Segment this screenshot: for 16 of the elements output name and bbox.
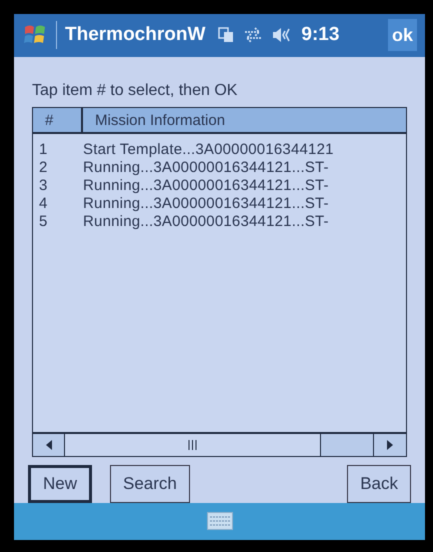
action-button[interactable]: New (28, 464, 92, 503)
ok-button[interactable]: ok (388, 19, 417, 52)
connection-arrows-icon[interactable] (243, 26, 264, 44)
copy-icon[interactable] (217, 26, 236, 44)
window-title: ThermochronW (65, 23, 206, 48)
column-header[interactable]: # (33, 108, 83, 132)
horizontal-scrollbar[interactable] (33, 432, 406, 456)
clock-time: 9:13 (301, 23, 340, 48)
action-button[interactable]: Back (347, 464, 411, 503)
column-header[interactable]: Mission Information (83, 108, 226, 132)
action-button[interactable]: Search (110, 464, 190, 503)
scroll-thumb-grip-icon[interactable] (188, 440, 197, 450)
scroll-left-icon[interactable] (46, 440, 52, 450)
keyboard-icon[interactable] (206, 512, 232, 530)
scroll-right-icon[interactable] (387, 440, 393, 450)
instruction-text: Tap item # to select, then OK (32, 80, 238, 101)
